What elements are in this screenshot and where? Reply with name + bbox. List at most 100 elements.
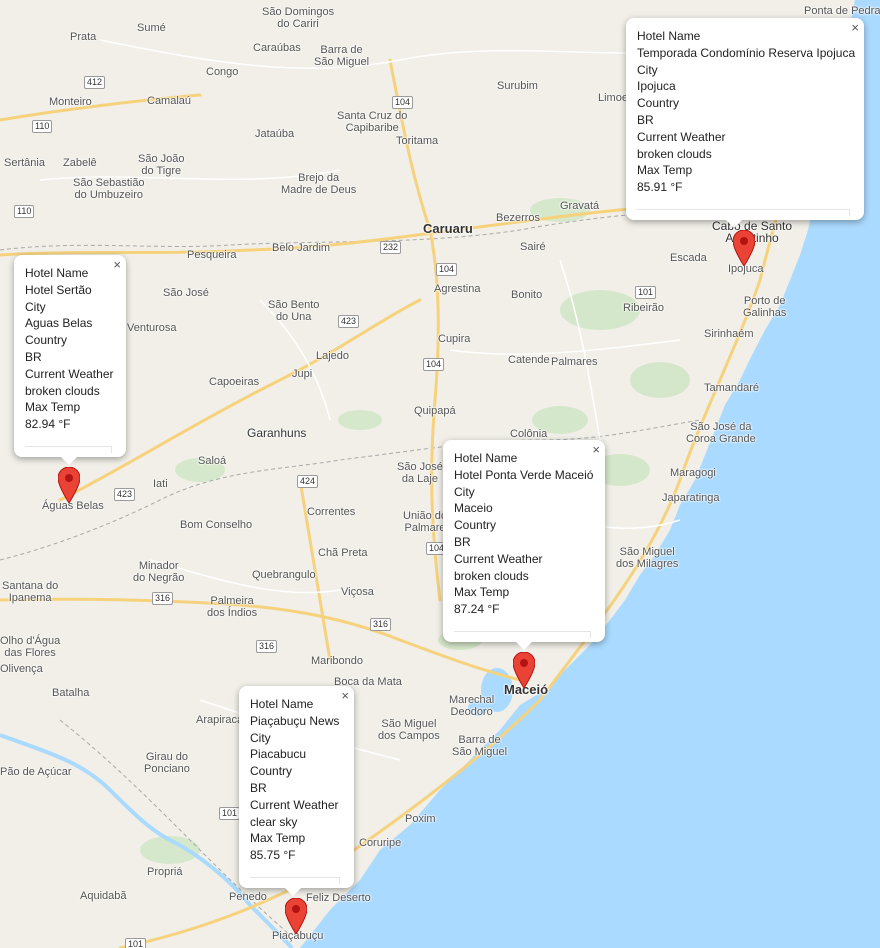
place-label: Caraúbas [253,42,301,54]
place-label: Bezerros [496,212,541,224]
road-shield: 104 [436,263,458,276]
scroll-indicator [25,446,112,453]
place-label: Batalha [52,687,90,699]
info-window-aguas-belas: × Hotel Name Hotel Sertão City Aguas Belas C… [14,255,126,465]
info-window-pointer [726,220,742,228]
place-label: Olivença [0,663,43,675]
info-field-value: BR [454,534,471,549]
place-label: Arapiraca [196,714,244,726]
marker-pin-icon [285,898,307,934]
map-marker-aguas-belas[interactable] [58,467,80,503]
place-label: Viçosa [341,586,374,598]
close-icon[interactable]: × [113,258,121,271]
place-label: Cupira [438,333,471,345]
place-label: São Bento do Una [268,299,320,323]
road-shield: 424 [297,475,319,488]
place-label: Quipapá [414,405,456,417]
place-label: São José [163,287,209,299]
place-label: Porto de Galinhas [743,295,787,319]
info-field-value: 85.91 °F [637,180,683,195]
place-label: Gravatá [560,200,600,212]
place-label: Japaratinga [662,492,720,504]
info-window-pointer [61,457,77,465]
scroll-indicator [250,877,340,884]
place-label: São Miguel dos Campos [378,718,440,742]
map-marker-ipojuca[interactable] [733,230,755,266]
info-field-value: Ipojuca [637,79,676,94]
info-field-label: City [250,730,271,745]
place-label: Caruaru [423,221,473,236]
place-label: Feliz Deserto [306,892,371,904]
info-field-value: Hotel Sertão [25,282,92,297]
road-shield: 412 [84,76,106,89]
place-label: São Miguel dos Milagres [616,546,679,570]
place-label: Chã Preta [318,547,368,559]
info-field-label: City [25,299,46,314]
marker-pin-icon [58,467,80,503]
place-label: Olho d'Água das Flores [0,635,61,659]
place-label: Garanhuns [247,426,307,440]
marker-pin-icon [513,652,535,688]
info-window-pointer [516,642,532,650]
info-field-label: Max Temp [250,831,306,846]
close-icon[interactable]: × [341,689,349,702]
info-field-value: broken clouds [637,146,712,161]
place-label: Bonito [511,289,543,301]
minor-road [99,39,701,70]
info-field-value: BR [25,349,42,364]
info-field-value: Temporada Condomínio Reserva Ipojuca [637,45,856,60]
place-label: Pesqueira [187,249,237,261]
info-field-value: Piaçabuçu News [250,713,340,728]
info-field-label: Current Weather [454,551,543,566]
place-label: Palmares [551,356,598,368]
map-canvas[interactable]: Sumé Prata São Domingos do Cariri Caraúbas B… [0,0,880,948]
road-shield: 316 [256,640,278,653]
forest-patch [338,410,382,430]
road-shield: 104 [423,358,445,371]
close-icon[interactable]: × [851,21,859,34]
info-field-label: Country [454,518,497,533]
road-shield: 110 [32,120,53,133]
marker-pin-icon [733,230,755,266]
place-label: Sertânia [4,157,45,169]
info-field-label: Max Temp [637,163,693,178]
place-label: Barra de São Miguel [314,44,370,68]
info-field-value: Maceio [454,501,493,516]
road-shield: 101 [635,286,657,299]
info-field-value: 85.75 °F [250,848,296,863]
info-field-value: clear sky [250,814,298,829]
map-marker-piacabucu[interactable] [285,898,307,934]
road-shield: 232 [380,241,402,254]
place-label: Sirinhaém [704,328,754,340]
place-label: Palmeira dos Índios [207,595,258,619]
info-field-label: City [637,62,658,77]
info-window-ipojuca: × Hotel Name Temporada Condomínio Reserva… [626,18,864,228]
place-label: Jupi [292,368,313,380]
place-label: Sairé [520,241,546,253]
place-label: Capoeiras [209,376,260,388]
road-shield: 316 [370,618,392,631]
place-label: Jataúba [255,128,295,140]
info-field-label: Country [637,96,680,111]
place-label: Coruripe [359,837,402,849]
place-label: Tamandaré [704,382,760,394]
place-label: Aquidabã [80,890,127,902]
scroll-indicator [454,631,591,638]
road-shield: 101 [219,807,241,820]
place-label: Surubim [497,80,538,92]
place-label: Barra de São Miguel [452,734,508,758]
place-label: Colônia [510,428,548,440]
info-field-label: Hotel Name [637,29,701,43]
info-field-value: BR [637,112,654,127]
road-shield: 423 [338,315,360,328]
place-label: Bom Conselho [180,519,253,531]
place-label: Pão de Açúcar [0,766,72,778]
close-icon[interactable]: × [592,443,600,456]
place-label: Sumé [137,22,166,34]
place-label: Camalaú [147,95,192,107]
place-label: Minador do Negrão [133,560,185,584]
map-marker-maceio[interactable] [513,652,535,688]
road-shield: 104 [392,96,414,109]
place-label: Correntes [307,506,356,518]
info-field-label: Hotel Name [454,451,518,465]
